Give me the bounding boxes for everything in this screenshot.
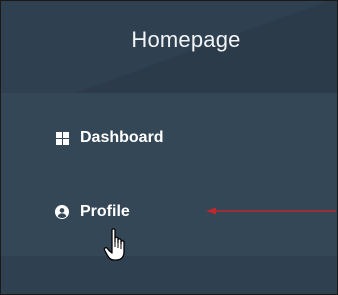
sidebar-item-label: Dashboard: [80, 129, 164, 146]
sidebar-item-label: Profile: [80, 203, 130, 220]
sidebar-item-dashboard[interactable]: Dashboard: [35, 125, 164, 151]
sidebar-title: Homepage: [131, 27, 241, 52]
user-circle-icon: [55, 205, 69, 219]
grid-icon: [55, 131, 69, 145]
sidebar: Homepage Dashboard Profile: [0, 0, 338, 295]
hand-pointer-icon: [103, 228, 125, 261]
annotation-arrow-icon: [206, 207, 336, 215]
sidebar-item-profile[interactable]: Profile: [35, 199, 130, 225]
sidebar-header: Homepage: [1, 1, 337, 93]
sidebar-footer-band: [1, 256, 337, 294]
